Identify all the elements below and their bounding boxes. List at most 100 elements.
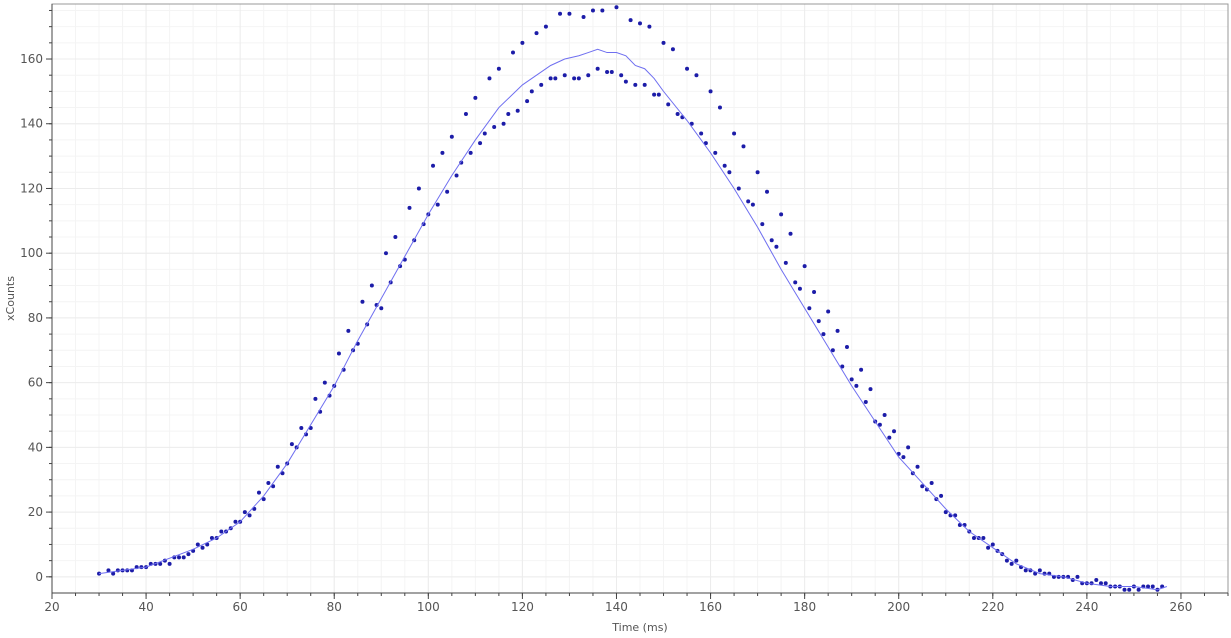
data-point (510, 50, 515, 55)
data-point (901, 455, 906, 460)
data-point (393, 235, 398, 240)
data-point (812, 290, 817, 295)
data-point (821, 332, 826, 337)
data-point (553, 76, 558, 81)
data-point (299, 425, 304, 430)
data-point (1122, 587, 1127, 592)
data-point (435, 202, 440, 207)
series-line (98, 48, 1168, 591)
data-point (793, 280, 798, 285)
data-point (699, 131, 704, 136)
data-point (717, 105, 722, 110)
data-point (177, 555, 182, 560)
y-tick-label: 160 (20, 52, 43, 66)
data-point (670, 47, 675, 52)
data-point (779, 212, 784, 217)
data-point (915, 464, 920, 469)
data-point (167, 561, 172, 566)
data-point (501, 121, 506, 126)
data-point (788, 231, 793, 236)
data-point (1023, 568, 1028, 573)
data-point (755, 170, 760, 175)
data-point (463, 112, 468, 117)
x-axis-title: Time (ms) (611, 621, 667, 634)
data-point (506, 112, 511, 117)
data-point (200, 545, 205, 550)
data-point (628, 18, 633, 23)
axes: 20 40 60 80 100 120 140 160 180 200 220 240 260 0 20 40… (20, 3, 1229, 614)
x-tick-label: 40 (138, 600, 153, 614)
data-point (496, 66, 501, 71)
data-point (487, 76, 492, 81)
data-point (1127, 587, 1132, 592)
data-point (647, 24, 652, 29)
y-tick-label: 80 (28, 311, 43, 325)
data-point (619, 73, 624, 78)
data-point (379, 306, 384, 311)
x-tick-label: 80 (327, 600, 342, 614)
data-point (576, 76, 581, 81)
data-point (797, 286, 802, 291)
x-tick-label: 140 (605, 600, 628, 614)
data-point (558, 11, 563, 16)
data-point (854, 383, 859, 388)
data-point (567, 11, 572, 16)
data-point (1094, 578, 1099, 583)
y-tick-label: 60 (28, 376, 43, 390)
data-point (981, 535, 986, 540)
data-point (515, 108, 520, 113)
data-point (807, 306, 812, 311)
data-point (1037, 568, 1042, 573)
data-point (713, 150, 718, 155)
data-point (783, 260, 788, 265)
data-point (661, 40, 666, 45)
data-point (835, 328, 840, 333)
data-point (478, 141, 483, 146)
data-point (816, 319, 821, 324)
data-point (440, 150, 445, 155)
data-point (313, 396, 318, 401)
x-tick-label: 240 (1075, 600, 1098, 614)
y-tick-label: 40 (28, 440, 43, 454)
data-point (727, 170, 732, 175)
data-point (971, 535, 976, 540)
data-point (247, 513, 252, 518)
data-point (929, 480, 934, 485)
grid (51, 4, 1229, 593)
data-point (826, 309, 831, 314)
data-point (468, 150, 473, 155)
data-point (322, 380, 327, 385)
data-point (548, 76, 553, 81)
data-point (765, 189, 770, 194)
data-point (633, 82, 638, 87)
data-point (802, 264, 807, 269)
data-point (1075, 574, 1080, 579)
data-point (186, 552, 191, 557)
data-point (600, 8, 605, 13)
data-point (685, 66, 690, 71)
chart-container: 20 40 60 80 100 120 140 160 180 200 220 240 260 0 20 40… (0, 0, 1231, 638)
data-point (360, 299, 365, 304)
data-point (242, 510, 247, 515)
data-point (675, 112, 680, 117)
y-axis-title: xCounts (4, 276, 17, 321)
x-tick-label: 200 (887, 600, 910, 614)
data-point (581, 14, 586, 19)
data-point (482, 131, 487, 136)
data-point (882, 413, 887, 418)
data-point (289, 442, 294, 447)
x-tick-label: 160 (699, 600, 722, 614)
data-point (849, 377, 854, 382)
x-tick-label: 20 (44, 600, 59, 614)
data-point (572, 76, 577, 81)
data-point (590, 8, 595, 13)
data-point (906, 445, 911, 450)
data-point (449, 134, 454, 139)
data-point (383, 251, 388, 256)
data-point (1004, 558, 1009, 563)
data-point (741, 144, 746, 149)
plot-area (97, 5, 1168, 592)
data-point (868, 387, 873, 392)
data-point (892, 429, 897, 434)
data-point (525, 99, 530, 104)
